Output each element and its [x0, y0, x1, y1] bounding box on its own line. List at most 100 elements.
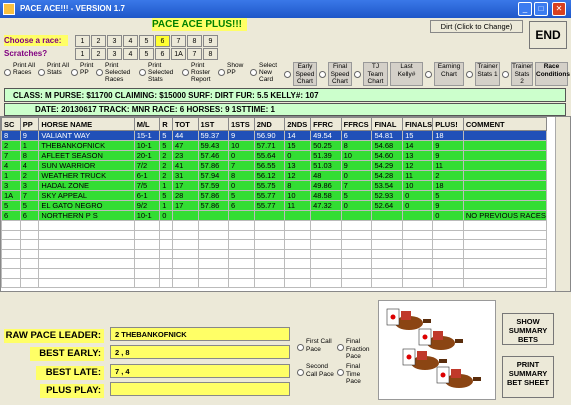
pace-radio-0[interactable] — [297, 344, 304, 351]
table-row[interactable]: 1A 7 SKY APPEAL 6-1 5 28 57.86 5 55.77 10 48.58 5 52… — [1, 190, 548, 201]
table-row[interactable]: 6 6 NORTHERN P S 10-1 0 0 NO PREVIOUS RACES — [1, 210, 548, 221]
chart-button-6[interactable]: Trainer Stats 2 — [511, 62, 533, 86]
chart-button-3[interactable]: Last Kelly# — [390, 62, 423, 86]
col-header-5[interactable]: TOT — [171, 117, 199, 131]
race-button-2[interactable]: 2 — [91, 35, 106, 47]
col-header-9[interactable]: 2NDS — [284, 117, 312, 131]
chart-radio-5[interactable] — [466, 71, 473, 78]
cell-7: 10 — [228, 140, 255, 151]
chart-radio-2[interactable] — [354, 71, 361, 78]
option-radio-0[interactable] — [4, 69, 11, 76]
col-header-12[interactable]: FINAL — [371, 117, 404, 131]
empty-row[interactable] — [1, 267, 548, 279]
option-radio-5[interactable] — [182, 69, 189, 76]
option-radio-7[interactable] — [250, 69, 257, 76]
table-row[interactable]: 4 4 SUN WARRIOR 7/2 2 41 57.86 7 56.55 13 51.03 9 54… — [1, 160, 548, 171]
end-button[interactable]: END — [529, 21, 567, 49]
chart-button-0[interactable]: Early Speed Chart — [293, 62, 317, 86]
race-button-7[interactable]: 7 — [171, 35, 186, 47]
chart-radio-6[interactable] — [502, 71, 509, 78]
option-radio-4[interactable] — [139, 69, 146, 76]
cell-7: 6 — [228, 200, 255, 211]
print-summary-bet-sheet-button[interactable]: PRINT SUMMARY BET SHEET — [502, 356, 554, 398]
col-header-3[interactable]: M/L — [133, 117, 161, 131]
col-header-14[interactable]: PLUS! — [432, 117, 464, 131]
chart-button-4[interactable]: Earning Chart — [434, 62, 464, 86]
race-button-5[interactable]: 5 — [139, 35, 154, 47]
col-header-7[interactable]: 1STS — [228, 117, 255, 131]
grid-scrollbar[interactable] — [555, 117, 570, 291]
option-radio-1[interactable] — [38, 69, 45, 76]
option-radio-3[interactable] — [96, 69, 103, 76]
scratch-button-3[interactable]: 3 — [107, 48, 122, 60]
table-row[interactable]: 5 5 EL GATO NEGRO 9/2 1 17 57.86 6 55.77 11 47.32 0… — [1, 200, 548, 211]
col-header-10[interactable]: FFRC — [310, 117, 342, 131]
scratch-button-6[interactable]: 6 — [155, 48, 170, 60]
dirt-toggle-button[interactable]: Dirt (Click to Change) — [430, 20, 523, 33]
cell-5: 23 — [171, 150, 199, 161]
empty-row[interactable] — [1, 220, 548, 231]
col-header-2[interactable]: HORSE NAME — [38, 117, 135, 131]
race-button-8[interactable]: 8 — [187, 35, 202, 47]
col-header-11[interactable]: FFRCS — [340, 117, 373, 131]
cell-13 — [402, 267, 434, 279]
cell-3: 10-1 — [133, 140, 161, 151]
col-header-13[interactable]: FINALS — [402, 117, 434, 131]
table-row[interactable]: 1 2 WEATHER TRUCK 6-1 2 31 57.94 8 56.12 12 48 0 54.… — [1, 170, 548, 181]
scratch-button-7[interactable]: 7 — [187, 48, 202, 60]
chart-button-2[interactable]: TJ Team Chart — [363, 62, 388, 86]
scratch-button-8[interactable]: 8 — [203, 48, 218, 60]
col-header-4[interactable]: R — [159, 117, 173, 131]
col-header-0[interactable]: SC — [1, 117, 21, 131]
empty-row[interactable] — [1, 277, 548, 289]
scratch-button-5[interactable]: 5 — [139, 48, 154, 60]
chart-button-1[interactable]: Final Speed Chart — [328, 62, 352, 86]
race-button-6[interactable]: 6 — [155, 35, 170, 47]
col-header-6[interactable]: 1ST — [197, 117, 230, 131]
cell-8 — [253, 239, 286, 250]
race-button-4[interactable]: 4 — [123, 35, 138, 47]
table-row[interactable]: 3 3 HADAL ZONE 7/5 1 17 57.59 0 55.75 8 49.86 7 53.5… — [1, 180, 548, 191]
scratch-button-1A[interactable]: 1A — [171, 48, 186, 60]
scratch-button-1[interactable]: 1 — [75, 48, 90, 60]
plus-play-value — [110, 382, 290, 396]
cell-4: 1 — [159, 180, 173, 191]
close-button[interactable]: ✕ — [552, 2, 566, 16]
chart-button-7[interactable]: Race Conditions — [535, 62, 570, 86]
cell-15 — [462, 130, 548, 141]
choose-race-label: Choose a race: — [4, 35, 68, 46]
scratch-button-2[interactable]: 2 — [91, 48, 106, 60]
cell-0: 3 — [1, 180, 21, 191]
race-button-9[interactable]: 9 — [203, 35, 218, 47]
chart-radio-1[interactable] — [319, 71, 326, 78]
chart-button-5[interactable]: Trainer Stats 1 — [475, 62, 500, 86]
pace-radio-2[interactable] — [337, 344, 344, 351]
pace-radio-3[interactable] — [337, 369, 344, 376]
chart-radio-4[interactable] — [425, 71, 432, 78]
pace-radio-1[interactable] — [297, 369, 304, 376]
maximize-button[interactable]: □ — [534, 2, 548, 16]
table-row[interactable]: 8 9 VALIANT WAY 15-1 5 44 59.37 9 56.90 14 49.54 6 5… — [1, 130, 548, 141]
empty-row[interactable] — [1, 258, 548, 269]
col-header-15[interactable]: COMMENT — [462, 117, 548, 131]
chart-radio-0[interactable] — [284, 71, 291, 78]
table-row[interactable]: 2 1 THEBANKOFNICK 10-1 5 47 59.43 10 57.71 15 50.2… — [1, 140, 548, 151]
col-header-1[interactable]: PP — [19, 117, 40, 131]
minimize-button[interactable]: _ — [518, 2, 532, 16]
cell-15 — [462, 150, 548, 161]
cell-6 — [197, 248, 230, 260]
option-radio-6[interactable] — [218, 69, 225, 76]
option-radio-2[interactable] — [71, 69, 78, 76]
cell-6 — [197, 267, 230, 279]
race-button-1[interactable]: 1 — [75, 35, 90, 47]
empty-row[interactable] — [1, 229, 548, 241]
race-button-3[interactable]: 3 — [107, 35, 122, 47]
empty-row[interactable] — [1, 248, 548, 260]
table-row[interactable]: 7 8 AFLEET SEASON 20-1 2 23 57.46 0 55.64 0 51.39 1… — [1, 150, 548, 161]
empty-row[interactable] — [1, 239, 548, 250]
cell-3 — [133, 220, 161, 231]
cell-9: 10 — [284, 190, 312, 201]
show-summary-bets-button[interactable]: SHOW SUMMARY BETS — [502, 313, 554, 345]
scratch-button-4[interactable]: 4 — [123, 48, 138, 60]
col-header-8[interactable]: 2ND — [253, 117, 286, 131]
